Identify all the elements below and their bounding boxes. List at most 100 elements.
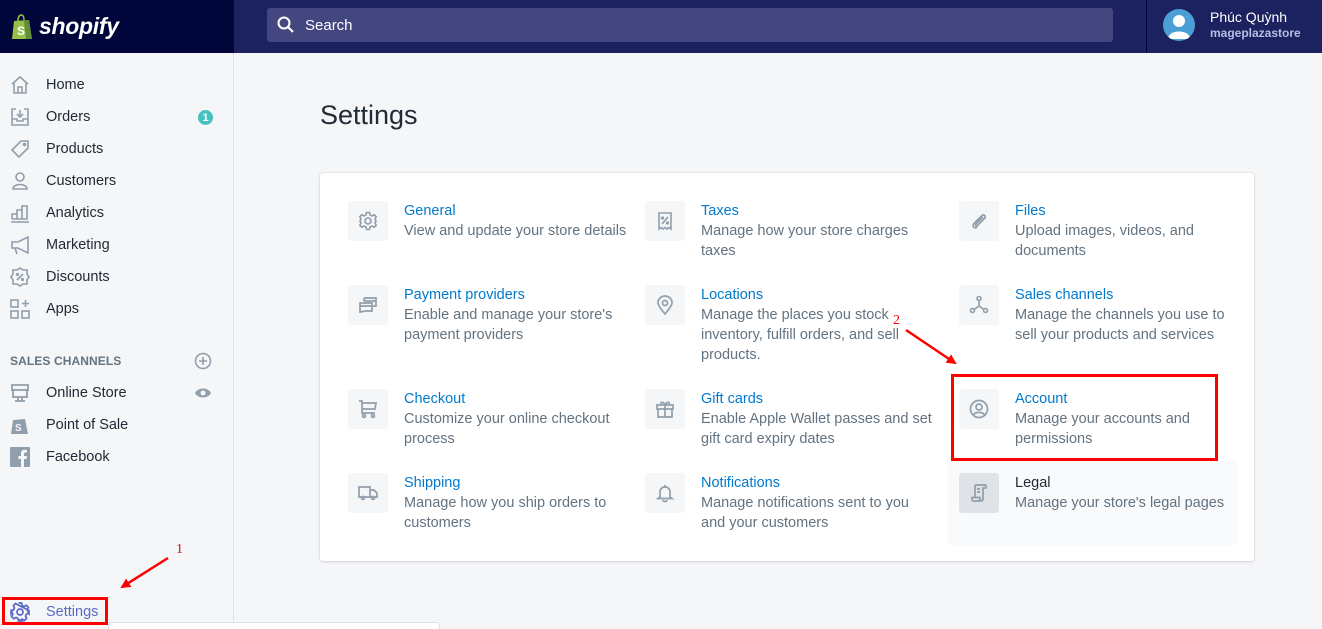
shopify-logo[interactable]: S shopify (0, 0, 234, 53)
customer-icon (10, 171, 30, 191)
orders-icon (10, 107, 30, 127)
sidebar-item-point-of-sale[interactable]: S Point of Sale (0, 409, 234, 441)
sidebar-item-products[interactable]: Products (0, 133, 234, 165)
setting-description: Manage the channels you use to sell your… (1015, 307, 1225, 343)
setting-description: Manage how you ship orders to customers (404, 495, 607, 531)
setting-description: Manage notifications sent to you and you… (701, 495, 909, 531)
setting-description: Enable Apple Wallet passes and set gift … (701, 411, 932, 447)
legal-scroll-icon (959, 473, 999, 513)
setting-checkout[interactable]: Checkout Customize your online checkout p… (348, 389, 638, 449)
annotation-step-2: 2 (893, 313, 900, 328)
setting-description: Manage your store's legal pages (1015, 495, 1225, 511)
setting-description: Enable and manage your store's payment p… (404, 307, 613, 343)
divider (1146, 0, 1147, 53)
sidebar-item-facebook[interactable]: Facebook (0, 441, 234, 473)
pos-bag-icon: S (10, 415, 30, 435)
user-menu[interactable]: Phúc Quỳnh mageplazastore (1163, 9, 1301, 41)
setting-locations[interactable]: Locations Manage the places you stock inv… (645, 285, 935, 365)
tax-receipt-icon (645, 201, 685, 241)
orders-badge: 1 (198, 110, 213, 125)
setting-description: Manage how your store charges taxes (701, 223, 909, 259)
svg-text:S: S (15, 423, 22, 434)
shopify-bag-icon: S (12, 13, 32, 39)
cart-icon (348, 389, 388, 429)
setting-taxes[interactable]: Taxes Manage how your store charges taxes (645, 201, 935, 261)
setting-gift-cards[interactable]: Gift cards Enable Apple Wallet passes and… (645, 389, 935, 449)
sidebar-item-orders[interactable]: Orders 1 (0, 101, 234, 133)
tag-icon (10, 139, 30, 159)
setting-shipping[interactable]: Shipping Manage how you ship orders to cu… (348, 473, 638, 533)
apps-icon (10, 299, 30, 319)
home-icon (10, 75, 30, 95)
truck-icon (348, 473, 388, 513)
sidebar-item-apps[interactable]: Apps (0, 293, 234, 325)
setting-title: Legal (1015, 475, 1051, 491)
avatar (1163, 9, 1195, 41)
sidebar-item-label: Facebook (46, 449, 110, 465)
sidebar-item-online-store[interactable]: Online Store (0, 377, 234, 409)
setting-legal[interactable]: Legal Manage your store's legal pages (959, 473, 1249, 513)
discount-icon (10, 267, 30, 287)
sidebar-item-label: Discounts (46, 269, 110, 285)
sidebar-item-label: Orders (46, 109, 91, 125)
sidebar-item-label: Online Store (46, 385, 127, 401)
setting-title: Taxes (701, 203, 739, 219)
setting-description: View and update your store details (404, 223, 627, 239)
sidebar-item-customers[interactable]: Customers (0, 165, 234, 197)
setting-description: Customize your online checkout process (404, 411, 610, 447)
search-placeholder: Search (305, 16, 353, 34)
sidebar-item-discounts[interactable]: Discounts (0, 261, 234, 293)
setting-title: Shipping (404, 475, 461, 491)
sidebar-item-label: Marketing (46, 237, 110, 253)
sidebar-item-marketing[interactable]: Marketing (0, 229, 234, 261)
eye-icon[interactable] (194, 386, 212, 400)
search-icon (277, 16, 294, 33)
brand-name: shopify (39, 13, 119, 39)
setting-title: General (404, 203, 456, 219)
sidebar-item-analytics[interactable]: Analytics (0, 197, 234, 229)
sidebar-item-label: Products (46, 141, 104, 157)
store-name: mageplazastore (1210, 26, 1301, 40)
channels-icon (959, 285, 999, 325)
page-title: Settings (320, 100, 418, 130)
location-pin-icon (645, 285, 685, 325)
payment-cards-icon (348, 285, 388, 325)
setting-title: Files (1015, 203, 1046, 219)
top-bar: S shopify Search Phúc Quỳnh mageplazasto… (0, 0, 1322, 53)
setting-description: Upload images, videos, and documents (1015, 223, 1194, 259)
gear-icon (348, 201, 388, 241)
bottom-popover-edge (108, 622, 440, 629)
sidebar-item-label: Point of Sale (46, 417, 129, 433)
setting-notifications[interactable]: Notifications Manage notifications sent t… (645, 473, 935, 533)
analytics-icon (10, 203, 30, 223)
annotation-box-account (951, 374, 1218, 461)
setting-title: Gift cards (701, 391, 764, 407)
settings-card: General View and update your store detail… (320, 173, 1254, 561)
gift-icon (645, 389, 685, 429)
megaphone-icon (10, 235, 30, 255)
sidebar-item-label: Apps (46, 301, 80, 317)
sidebar-item-label: Analytics (46, 205, 105, 221)
bell-icon (645, 473, 685, 513)
setting-files[interactable]: Files Upload images, videos, and document… (959, 201, 1249, 261)
setting-payment-providers[interactable]: Payment providers Enable and manage your … (348, 285, 638, 345)
setting-title: Locations (701, 287, 764, 303)
sidebar-item-home[interactable]: Home (0, 69, 234, 101)
search-input[interactable]: Search (267, 8, 1113, 42)
sidebar-item-label: Customers (46, 173, 117, 189)
annotation-box-settings (2, 597, 108, 625)
add-channel-icon[interactable] (194, 352, 212, 370)
setting-title: Notifications (701, 475, 780, 491)
paperclip-icon (959, 201, 999, 241)
sidebar: Home Orders 1 Products Customers Analyti… (0, 53, 234, 629)
user-name: Phúc Quỳnh (1210, 9, 1288, 25)
user-silhouette-icon (1168, 15, 1190, 39)
sales-channels-heading: SALES CHANNELS (10, 354, 122, 368)
setting-general[interactable]: General View and update your store detail… (348, 201, 638, 241)
setting-sales-channels[interactable]: Sales channels Manage the channels you us… (959, 285, 1249, 345)
svg-text:S: S (17, 24, 25, 38)
setting-title: Checkout (404, 391, 466, 407)
facebook-icon (10, 447, 30, 467)
setting-title: Sales channels (1015, 287, 1114, 303)
annotation-step-1: 1 (176, 542, 183, 557)
